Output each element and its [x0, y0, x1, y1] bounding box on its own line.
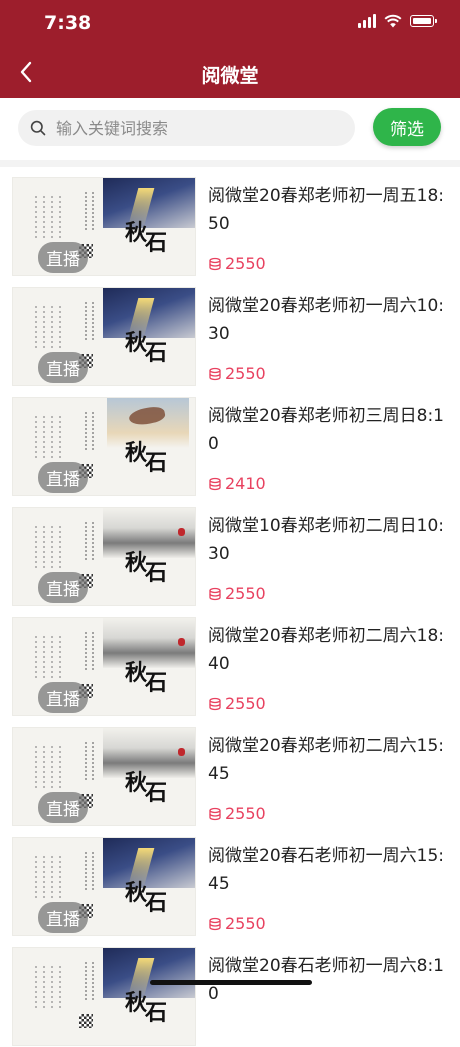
page-title: 阅微堂 — [201, 65, 259, 87]
status-time: 7:38 — [44, 12, 92, 34]
thumbnail-calligraphy: 秋石 — [125, 770, 168, 806]
course-thumbnail: 秋石 直播 — [13, 288, 195, 385]
course-price-value: 2550 — [225, 364, 266, 383]
course-price: 2550 — [208, 694, 266, 713]
thumbnail-calligraphy: 秋石 — [125, 660, 168, 696]
course-price-value: 2550 — [225, 804, 266, 823]
coin-icon — [208, 367, 222, 381]
course-price: 2410 — [208, 474, 266, 493]
thumbnail-artwork — [103, 948, 195, 998]
thumbnail-artwork — [103, 508, 195, 558]
course-title: 阅微堂20春郑老师初一周五18:50 — [208, 186, 444, 234]
course-list-item[interactable]: 秋石 直播 阅微堂10春郑老师初二周日10:30 2550 — [0, 497, 460, 607]
thumbnail-calligraphy: 秋石 — [125, 330, 168, 366]
course-thumbnail: 秋石 直播 — [13, 398, 195, 495]
thumbnail-artwork — [103, 288, 195, 338]
course-list-item[interactable]: 秋石 阅微堂20春石老师初一周六8:10 — [0, 937, 460, 1047]
live-badge: 直播 — [38, 242, 88, 273]
thumbnail-artwork — [103, 178, 195, 228]
course-price-value: 2550 — [225, 914, 266, 933]
coin-icon — [208, 477, 222, 491]
live-badge: 直播 — [38, 462, 88, 493]
home-indicator — [150, 980, 312, 985]
filter-button[interactable]: 筛选 — [373, 108, 441, 146]
course-price-value: 2550 — [225, 584, 266, 603]
qr-code-icon — [79, 1014, 93, 1028]
course-thumbnail: 秋石 直播 — [13, 838, 195, 935]
thumbnail-calligraphy: 秋石 — [125, 880, 168, 916]
course-price-value: 2550 — [225, 694, 266, 713]
course-title: 阅微堂10春郑老师初二周日10:30 — [208, 516, 444, 564]
wifi-icon — [384, 14, 402, 28]
course-thumbnail: 秋石 — [13, 948, 195, 1045]
coin-icon — [208, 587, 222, 601]
thumbnail-calligraphy: 秋石 — [125, 990, 168, 1026]
coin-icon — [208, 257, 222, 271]
coin-icon — [208, 807, 222, 821]
course-thumbnail: 秋石 直播 — [13, 728, 195, 825]
thumbnail-calligraphy: 秋石 — [125, 550, 168, 586]
live-badge: 直播 — [38, 352, 88, 383]
course-price-value: 2550 — [225, 254, 266, 273]
thumbnail-artwork — [103, 618, 195, 668]
course-list: 秋石 直播 阅微堂20春郑老师初一周五18:50 2550 秋石 直播 阅微堂2… — [0, 167, 460, 1047]
course-price: 2550 — [208, 364, 266, 383]
live-badge: 直播 — [38, 792, 88, 823]
course-list-item[interactable]: 秋石 直播 阅微堂20春郑老师初二周六18:40 2550 — [0, 607, 460, 717]
search-box[interactable] — [18, 110, 355, 146]
course-thumbnail: 秋石 直播 — [13, 618, 195, 715]
course-title: 阅微堂20春石老师初一周六15:45 — [208, 846, 444, 894]
course-thumbnail: 秋石 直播 — [13, 178, 195, 275]
course-title: 阅微堂20春郑老师初二周六15:45 — [208, 736, 444, 784]
battery-icon — [410, 15, 437, 27]
course-price: 2550 — [208, 804, 266, 823]
course-list-item[interactable]: 秋石 直播 阅微堂20春郑老师初二周六15:45 2550 — [0, 717, 460, 827]
thumbnail-calligraphy: 秋石 — [125, 220, 168, 256]
thumbnail-artwork — [103, 838, 195, 888]
search-input[interactable] — [54, 117, 328, 139]
course-title: 阅微堂20春郑老师初二周六18:40 — [208, 626, 444, 674]
cellular-signal-icon — [358, 14, 376, 28]
course-price: 2550 — [208, 254, 266, 273]
course-title: 阅微堂20春郑老师初三周日8:10 — [208, 406, 444, 454]
course-list-item[interactable]: 秋石 直播 阅微堂20春郑老师初三周日8:10 2410 — [0, 387, 460, 497]
status-bar: 7:38 — [0, 0, 460, 48]
course-list-item[interactable]: 秋石 直播 阅微堂20春石老师初一周六15:45 2550 — [0, 827, 460, 937]
status-icons — [358, 14, 437, 28]
thumbnail-calligraphy: 秋石 — [125, 440, 168, 476]
thumbnail-artwork — [103, 728, 195, 778]
live-badge: 直播 — [38, 682, 88, 713]
thumbnail-artwork — [107, 398, 189, 448]
course-list-item[interactable]: 秋石 直播 阅微堂20春郑老师初一周五18:50 2550 — [0, 167, 460, 277]
course-thumbnail: 秋石 直播 — [13, 508, 195, 605]
coin-icon — [208, 697, 222, 711]
course-price-value: 2410 — [225, 474, 266, 493]
coin-icon — [208, 917, 222, 931]
course-price: 2550 — [208, 914, 266, 933]
section-divider — [0, 160, 460, 167]
search-icon — [30, 120, 46, 136]
live-badge: 直播 — [38, 572, 88, 603]
course-list-item[interactable]: 秋石 直播 阅微堂20春郑老师初一周六10:30 2550 — [0, 277, 460, 387]
navigation-bar: 阅微堂 — [0, 48, 460, 98]
search-area: 筛选 — [0, 98, 460, 160]
course-title: 阅微堂20春郑老师初一周六10:30 — [208, 296, 444, 344]
live-badge: 直播 — [38, 902, 88, 933]
course-price: 2550 — [208, 584, 266, 603]
